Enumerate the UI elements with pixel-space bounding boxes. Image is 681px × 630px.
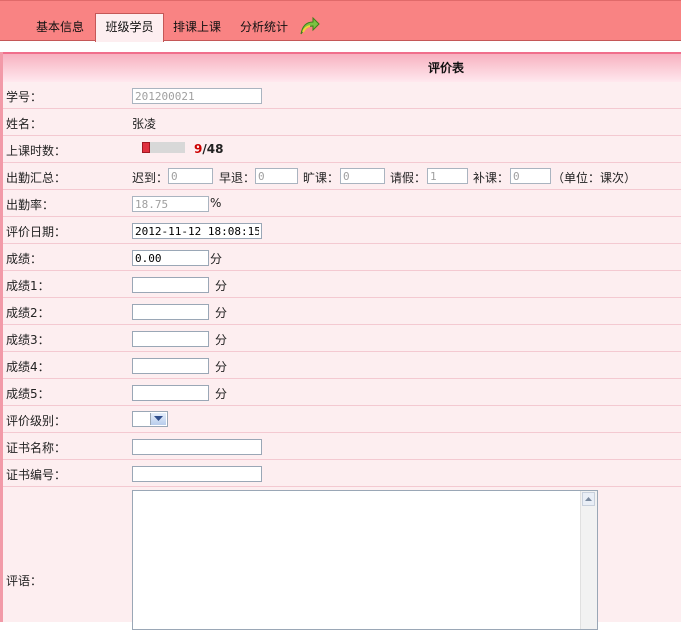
- row-cert-no: 证书编号：: [3, 460, 681, 487]
- score-label: 成绩：: [6, 252, 43, 266]
- row-score5: 成绩5： 分: [3, 379, 681, 406]
- score5-unit: 分: [215, 387, 228, 401]
- attendance-unit: （单位：课次）: [552, 171, 637, 185]
- makeup-label: 补课：: [473, 171, 510, 185]
- eval-date-field[interactable]: [132, 223, 262, 239]
- score2-label: 成绩2：: [6, 306, 50, 320]
- name-value: 张凌: [132, 117, 157, 131]
- cert-name-label: 证书名称：: [6, 441, 67, 455]
- score-unit: 分: [210, 252, 223, 266]
- attendance-rate-unit: %: [210, 196, 222, 210]
- student-no-field[interactable]: [132, 88, 262, 104]
- late-label: 迟到：: [132, 171, 169, 185]
- student-no-label: 学号：: [6, 90, 43, 104]
- panel-title: 评价表: [428, 61, 465, 75]
- cert-no-field[interactable]: [132, 466, 262, 482]
- score1-field[interactable]: [132, 277, 209, 293]
- comment-textarea[interactable]: [132, 490, 598, 630]
- cert-name-field[interactable]: [132, 439, 262, 455]
- eval-level-label: 评价级别：: [6, 414, 67, 428]
- attendance-label: 出勤汇总：: [6, 171, 67, 185]
- score2-unit: 分: [215, 306, 228, 320]
- absent-label: 旷课：: [303, 171, 340, 185]
- comment-label: 评语：: [6, 574, 43, 588]
- row-score2: 成绩2： 分: [3, 298, 681, 325]
- score5-field[interactable]: [132, 385, 209, 401]
- evaluation-panel: 评价表 学号： 姓名： 张凌 上课时数： 9/48 出勤汇总： 迟到： 早退： …: [0, 52, 681, 630]
- score2-field[interactable]: [132, 304, 209, 320]
- hours-progress-fill: [142, 142, 150, 153]
- score3-label: 成绩3：: [6, 333, 50, 347]
- leave-field[interactable]: [427, 168, 468, 184]
- eval-date-label: 评价日期：: [6, 225, 67, 239]
- attendance-rate-field[interactable]: [132, 196, 209, 212]
- row-attendance-rate: 出勤率： %: [3, 190, 681, 217]
- cert-no-label: 证书编号：: [6, 468, 67, 482]
- row-score1: 成绩1： 分: [3, 271, 681, 298]
- score-field[interactable]: [132, 250, 209, 266]
- makeup-field[interactable]: [510, 168, 551, 184]
- name-label: 姓名：: [6, 117, 43, 131]
- score3-field[interactable]: [132, 331, 209, 347]
- hours-count: 9/48: [194, 142, 223, 156]
- score4-field[interactable]: [132, 358, 209, 374]
- scrollbar[interactable]: [580, 491, 597, 629]
- score1-unit: 分: [215, 279, 228, 293]
- row-cert-name: 证书名称：: [3, 433, 681, 460]
- row-eval-level: 评价级别：: [3, 406, 681, 433]
- row-student-no: 学号：: [3, 82, 681, 109]
- row-eval-date: 评价日期：: [3, 217, 681, 244]
- score3-unit: 分: [215, 333, 228, 347]
- hours-label: 上课时数：: [6, 144, 67, 158]
- early-label: 早退：: [219, 171, 256, 185]
- early-field[interactable]: [255, 168, 298, 184]
- row-score3: 成绩3： 分: [3, 325, 681, 352]
- scroll-up-button[interactable]: [582, 492, 595, 506]
- row-score: 成绩： 分: [3, 244, 681, 271]
- row-hours: 上课时数： 9/48: [3, 136, 681, 163]
- score4-label: 成绩4：: [6, 360, 50, 374]
- tab-schedule[interactable]: 排课上课: [173, 13, 221, 41]
- late-field[interactable]: [168, 168, 213, 184]
- row-comment: 评语：: [3, 487, 681, 630]
- tab-class-students[interactable]: 班级学员: [95, 13, 164, 42]
- tab-basic-info[interactable]: 基本信息: [36, 13, 84, 41]
- refresh-icon[interactable]: [297, 14, 321, 38]
- absent-field[interactable]: [340, 168, 385, 184]
- chevron-down-icon[interactable]: [150, 413, 166, 425]
- tab-statistics[interactable]: 分析统计: [240, 13, 288, 41]
- leave-label: 请假：: [390, 171, 427, 185]
- tab-bar: 基本信息 班级学员 排课上课 分析统计: [0, 0, 681, 42]
- eval-level-select[interactable]: [132, 411, 168, 427]
- attendance-rate-label: 出勤率：: [6, 198, 55, 212]
- score5-label: 成绩5：: [6, 387, 50, 401]
- hours-progress-bar: [142, 142, 185, 153]
- score1-label: 成绩1：: [6, 279, 50, 293]
- row-score4: 成绩4： 分: [3, 352, 681, 379]
- hours-total: /48: [202, 142, 224, 156]
- score4-unit: 分: [215, 360, 228, 374]
- row-name: 姓名： 张凌: [3, 109, 681, 136]
- panel-header: 评价表: [3, 52, 681, 82]
- row-attendance: 出勤汇总： 迟到： 早退： 旷课： 请假： 补课： （单位：课次）: [3, 163, 681, 190]
